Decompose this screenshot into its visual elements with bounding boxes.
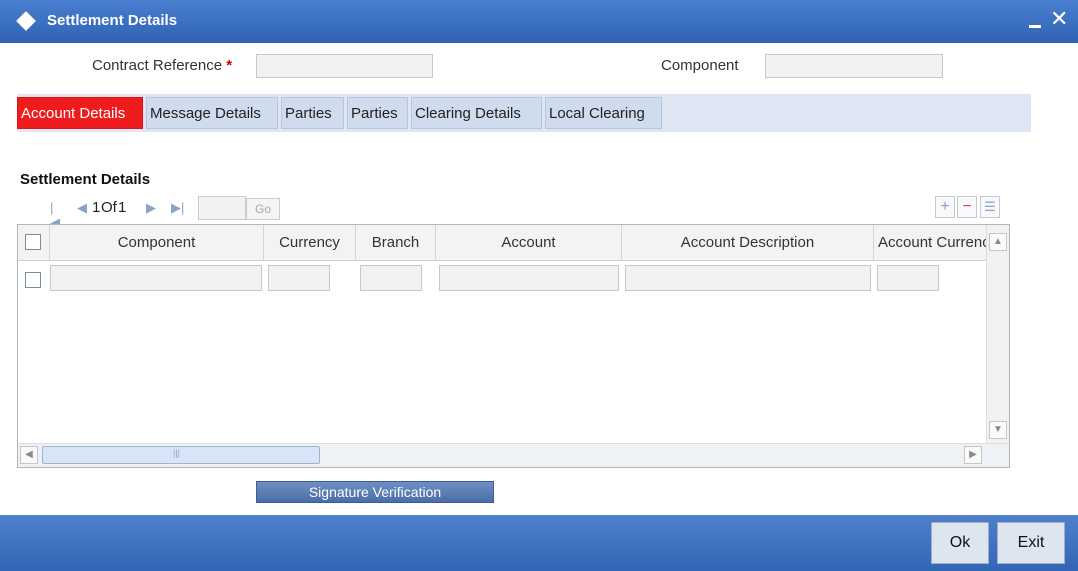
tab-parties-1[interactable]: Parties [281, 97, 344, 129]
vertical-scrollbar[interactable]: ▲ ▼ [986, 225, 1009, 443]
add-row-icon[interactable]: + [935, 196, 955, 218]
column-header-currency[interactable]: Currency [264, 225, 356, 261]
ok-button[interactable]: Ok [931, 522, 989, 564]
cell-branch[interactable] [360, 265, 422, 291]
required-mark: * [226, 57, 233, 74]
row-checkbox[interactable] [25, 272, 41, 288]
delete-row-icon[interactable]: − [957, 196, 977, 218]
last-page-icon[interactable]: ▶| [171, 200, 184, 216]
scroll-down-icon[interactable]: ▼ [989, 421, 1007, 439]
signature-verification-button[interactable]: Signature Verification [256, 481, 494, 503]
cell-component[interactable] [50, 265, 262, 291]
go-button[interactable]: Go [246, 198, 280, 220]
tab-strip: Account Details Message Details Parties … [17, 94, 1031, 132]
header-select-cell [18, 225, 50, 261]
column-header-account[interactable]: Account [436, 225, 622, 261]
exit-button[interactable]: Exit [997, 522, 1065, 564]
prev-page-icon[interactable]: ◀ [77, 200, 87, 216]
horizontal-scroll-thumb[interactable] [42, 446, 320, 464]
cell-currency[interactable] [268, 265, 330, 291]
tab-account-details[interactable]: Account Details [17, 97, 143, 129]
horizontal-scrollbar[interactable]: ◀ ▶ [18, 443, 1009, 467]
contract-reference-field[interactable] [256, 54, 433, 78]
next-page-icon[interactable]: ▶ [146, 200, 156, 216]
page-current: 1 [92, 199, 101, 216]
cell-account[interactable] [439, 265, 619, 291]
tab-clearing-details[interactable]: Clearing Details [411, 97, 542, 129]
section-title: Settlement Details [20, 171, 151, 188]
page-of-label: Of [101, 199, 117, 216]
scroll-up-icon[interactable]: ▲ [989, 233, 1007, 251]
cell-account-description[interactable] [625, 265, 871, 291]
window-title: Settlement Details [47, 12, 178, 29]
close-icon[interactable]: ✕ [1050, 6, 1068, 32]
diamond-icon [16, 11, 36, 31]
page-number-input[interactable] [198, 196, 246, 220]
minimize-icon[interactable] [1027, 10, 1045, 30]
page-total: 1 [118, 199, 127, 216]
footer-bar: Ok Exit [0, 515, 1078, 571]
scroll-right-icon[interactable]: ▶ [964, 446, 982, 464]
select-all-checkbox[interactable] [25, 234, 41, 250]
cell-account-currency[interactable] [877, 265, 939, 291]
contract-reference-label: Contract Reference * [92, 57, 232, 74]
settlement-grid: Component Currency Branch Account Accoun… [17, 224, 1010, 468]
column-header-component[interactable]: Component [50, 225, 264, 261]
component-label: Component [661, 57, 739, 74]
contract-reference-label-text: Contract Reference [92, 57, 223, 74]
single-view-icon[interactable]: ☰ [980, 196, 1000, 218]
column-header-account-description[interactable]: Account Description [622, 225, 874, 261]
title-bar: Settlement Details ✕ [0, 0, 1078, 43]
tab-local-clearing[interactable]: Local Clearing [545, 97, 662, 129]
tab-parties-2[interactable]: Parties [347, 97, 408, 129]
tab-message-details[interactable]: Message Details [146, 97, 278, 129]
grid-header: Component Currency Branch Account Accoun… [18, 225, 986, 261]
scroll-left-icon[interactable]: ◀ [20, 446, 38, 464]
column-header-branch[interactable]: Branch [356, 225, 436, 261]
column-header-account-currency[interactable]: Account Currency [874, 225, 986, 261]
component-field[interactable] [765, 54, 943, 78]
